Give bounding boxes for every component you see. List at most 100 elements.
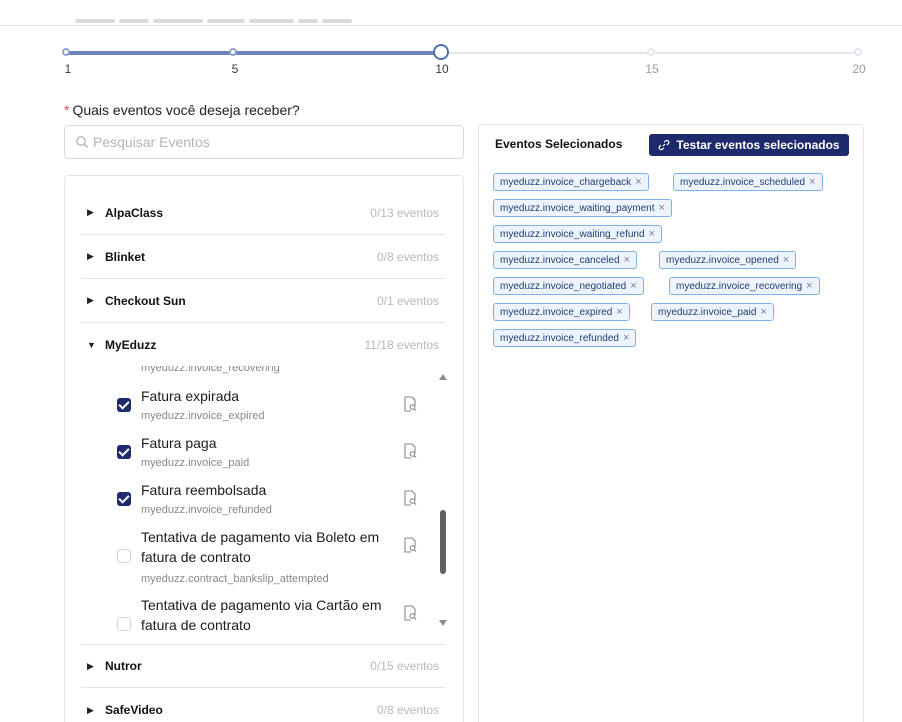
test-selected-events-button[interactable]: Testar eventos selecionados xyxy=(649,134,849,156)
quantity-slider[interactable]: 1 5 10 15 20 xyxy=(62,44,866,84)
group-count: 0/8 eventos xyxy=(376,703,439,717)
selected-tag[interactable]: myeduzz.invoice_recovering × xyxy=(669,277,820,295)
document-search-icon[interactable] xyxy=(403,490,417,506)
remove-tag-icon[interactable]: × xyxy=(806,280,812,292)
group-alpaclass[interactable]: ▶ AlpaClass 0/13 eventos xyxy=(81,191,445,235)
myeduzz-events-scroll[interactable]: myeduzz.invoice_recovering Fatura expira… xyxy=(81,366,455,634)
remove-tag-icon[interactable]: × xyxy=(630,280,636,292)
event-key: myeduzz.invoice_refunded xyxy=(141,504,272,516)
event-checkbox[interactable] xyxy=(117,617,131,631)
tag-label: myeduzz.invoice_refunded xyxy=(500,332,619,344)
selected-tag[interactable]: myeduzz.invoice_opened × xyxy=(659,251,797,269)
event-title: Fatura paga xyxy=(141,435,217,451)
event-key: myeduzz.invoice_expired xyxy=(141,410,265,422)
selected-events-panel: Eventos Selecionados Testar eventos sele… xyxy=(478,124,864,722)
group-blinket[interactable]: ▶ Blinket 0/8 eventos xyxy=(81,235,445,279)
selected-tag[interactable]: myeduzz.invoice_waiting_payment × xyxy=(493,199,672,217)
tag-label: myeduzz.invoice_chargeback xyxy=(500,176,632,188)
event-checkbox[interactable] xyxy=(117,549,131,563)
scroll-up-arrow-icon[interactable] xyxy=(439,374,447,380)
slider-step-20[interactable] xyxy=(854,48,862,56)
caret-right-icon: ▶ xyxy=(87,295,94,305)
slider-handle[interactable] xyxy=(433,44,449,60)
remove-tag-icon[interactable]: × xyxy=(659,202,665,214)
slider-tick-1: 1 xyxy=(64,62,72,76)
event-title: Tentativa de pagamento via Cartão em fat… xyxy=(141,597,382,633)
event-checkbox[interactable] xyxy=(117,492,131,506)
tag-label: myeduzz.invoice_negotiated xyxy=(500,280,627,292)
tag-label: myeduzz.invoice_canceled xyxy=(500,254,620,266)
group-name: Checkout Sun xyxy=(105,293,186,308)
document-search-icon[interactable] xyxy=(403,605,417,621)
scrollbar-thumb[interactable] xyxy=(440,510,446,574)
group-count: 0/15 eventos xyxy=(370,659,439,673)
event-key: myeduzz.invoice_paid xyxy=(141,457,250,469)
tag-label: myeduzz.invoice_expired xyxy=(500,306,613,318)
remove-tag-icon[interactable]: × xyxy=(809,176,815,188)
slider-step-5[interactable] xyxy=(229,48,237,56)
scroll-down-arrow-icon[interactable] xyxy=(439,620,447,626)
selected-tag[interactable]: myeduzz.invoice_negotiated × xyxy=(493,277,644,295)
slider-tick-10: 10 xyxy=(435,62,449,76)
group-name: MyEduzz xyxy=(105,338,157,352)
slider-tick-20: 20 xyxy=(852,62,866,76)
event-checkbox[interactable] xyxy=(117,398,131,412)
header-placeholder xyxy=(75,10,365,23)
group-name: Blinket xyxy=(105,249,146,264)
group-name: SafeVideo xyxy=(105,703,163,717)
selected-tag[interactable]: myeduzz.invoice_chargeback × xyxy=(493,173,649,191)
caret-down-icon: ▼ xyxy=(87,340,96,350)
document-search-icon[interactable] xyxy=(403,537,417,553)
required-marker: * xyxy=(64,102,70,118)
remove-tag-icon[interactable]: × xyxy=(624,254,630,266)
group-myeduzz[interactable]: ▼ MyEduzz 11/18 eventos xyxy=(81,323,445,367)
event-checkbox[interactable] xyxy=(117,445,131,459)
events-question-label: Quais eventos você deseja receber? xyxy=(72,102,300,118)
event-groups-list: ▶ AlpaClass 0/13 eventos ▶ Blinket 0/8 e… xyxy=(64,175,464,722)
caret-right-icon: ▶ xyxy=(87,704,94,715)
group-nutror[interactable]: ▶ Nutror 0/15 eventos xyxy=(81,644,445,688)
selected-tag[interactable]: myeduzz.invoice_expired × xyxy=(493,303,630,321)
remove-tag-icon[interactable]: × xyxy=(623,332,629,344)
selected-tag[interactable]: myeduzz.invoice_paid × xyxy=(651,303,774,321)
tag-label: myeduzz.invoice_waiting_payment xyxy=(500,202,655,214)
selected-tag[interactable]: myeduzz.invoice_waiting_refund × xyxy=(493,225,662,243)
remove-tag-icon[interactable]: × xyxy=(783,254,789,266)
top-header xyxy=(0,0,902,26)
tag-label: myeduzz.invoice_opened xyxy=(666,254,779,266)
event-title: Fatura expirada xyxy=(141,388,240,404)
group-count: 11/18 eventos xyxy=(364,338,439,352)
group-count: 0/1 eventos xyxy=(376,293,439,308)
remove-tag-icon[interactable]: × xyxy=(649,228,655,240)
selected-tag[interactable]: myeduzz.invoice_canceled × xyxy=(493,251,637,269)
search-icon xyxy=(76,136,88,148)
search-input[interactable] xyxy=(93,134,443,150)
link-icon xyxy=(659,139,670,151)
document-search-icon[interactable] xyxy=(403,443,417,459)
group-safevideo[interactable]: ▶ SafeVideo 0/8 eventos xyxy=(81,688,445,722)
panel-title: Eventos Selecionados xyxy=(495,137,623,151)
slider-step-1[interactable] xyxy=(62,48,70,56)
remove-tag-icon[interactable]: × xyxy=(616,306,622,318)
group-count: 0/13 eventos xyxy=(370,205,439,220)
slider-tick-5: 5 xyxy=(231,62,239,76)
caret-right-icon: ▶ xyxy=(87,251,94,261)
caret-right-icon: ▶ xyxy=(87,207,94,217)
remove-tag-icon[interactable]: × xyxy=(760,306,766,318)
group-name: Nutror xyxy=(105,659,142,673)
slider-tick-15: 15 xyxy=(645,62,659,76)
event-title: Tentativa de pagamento via Boleto em fat… xyxy=(141,529,380,565)
event-key: myeduzz.contract_bankslip_attempted xyxy=(141,573,329,585)
caret-right-icon: ▶ xyxy=(87,660,94,671)
search-events-field[interactable] xyxy=(64,125,464,159)
document-search-icon[interactable] xyxy=(403,396,417,412)
slider-step-15[interactable] xyxy=(647,48,655,56)
events-question: * Quais eventos você deseja receber? xyxy=(64,102,300,118)
selected-tag[interactable]: myeduzz.invoice_refunded × xyxy=(493,329,637,347)
selected-tag[interactable]: myeduzz.invoice_scheduled × xyxy=(673,173,823,191)
remove-tag-icon[interactable]: × xyxy=(635,176,641,188)
group-checkout-sun[interactable]: ▶ Checkout Sun 0/1 eventos xyxy=(81,279,445,323)
events-scrollbar[interactable] xyxy=(439,374,447,626)
tag-label: myeduzz.invoice_scheduled xyxy=(680,176,806,188)
group-name: AlpaClass xyxy=(105,205,164,220)
